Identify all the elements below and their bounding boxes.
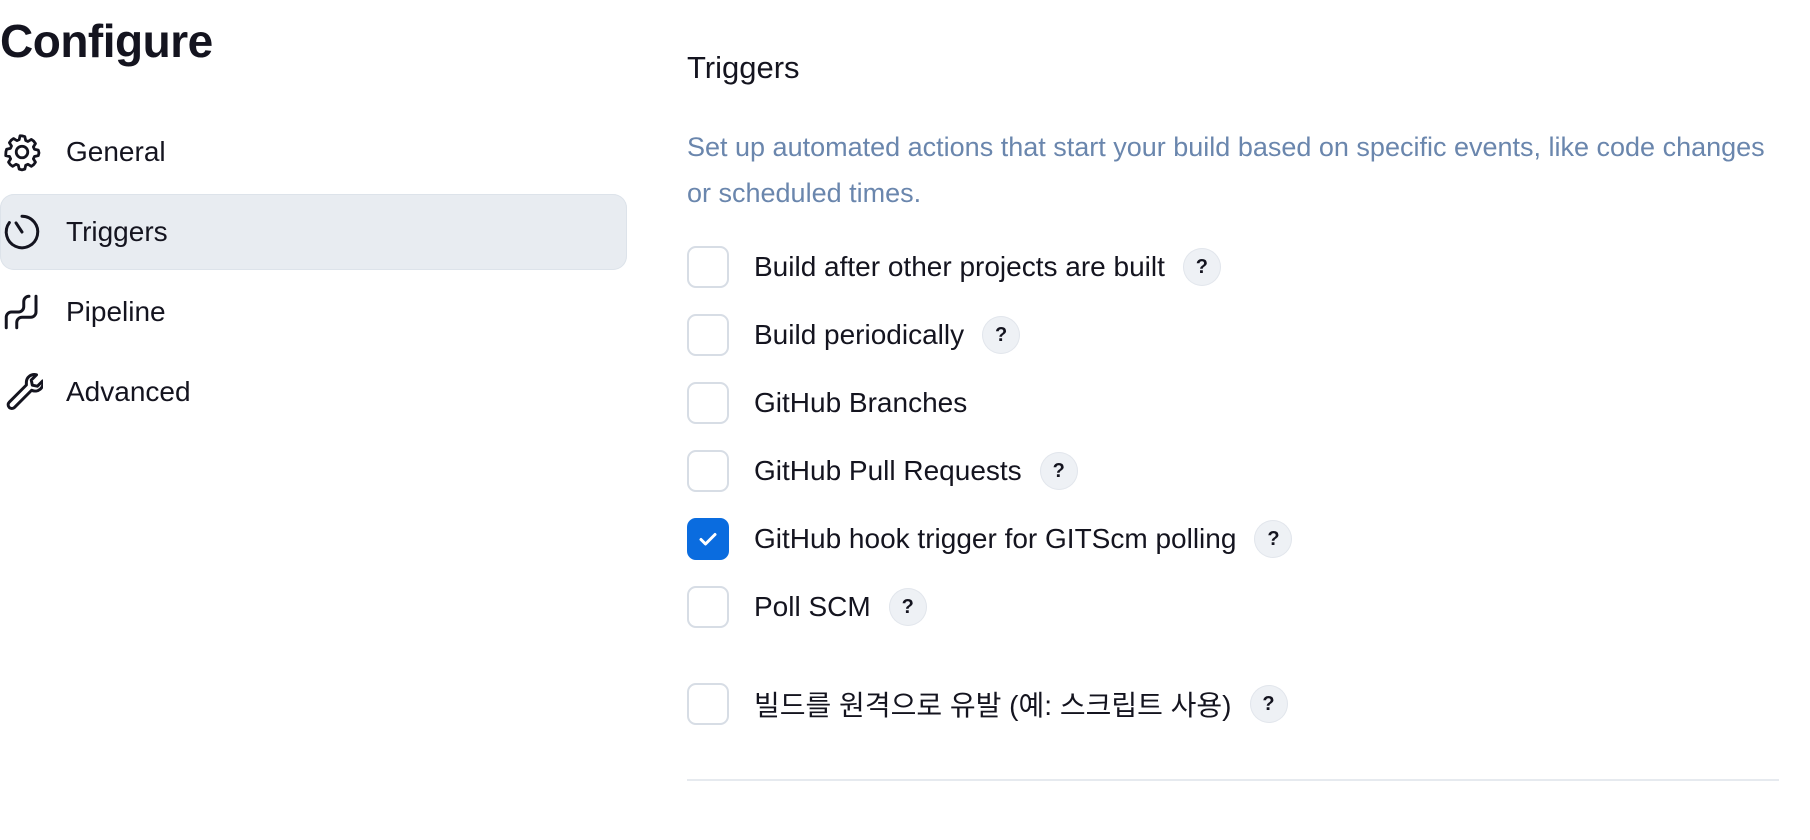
gear-icon (0, 130, 44, 174)
trigger-checkbox[interactable] (687, 683, 729, 725)
sidebar-item-label: Advanced (66, 376, 191, 407)
sidebar-item-pipeline[interactable]: Pipeline (0, 274, 627, 350)
trigger-option: GitHub Branches (687, 381, 967, 425)
page-title: Configure (0, 15, 213, 67)
pipeline-icon (0, 290, 44, 334)
trigger-label[interactable]: GitHub hook trigger for GITScm polling (754, 523, 1236, 555)
clock-icon (0, 210, 44, 254)
trigger-option: GitHub hook trigger for GITScm polling ? (687, 517, 1293, 561)
trigger-option: Poll SCM ? (687, 585, 927, 629)
sidebar-item-general[interactable]: General (0, 114, 627, 190)
section-description: Set up automated actions that start your… (687, 132, 1765, 208)
help-button[interactable]: ? (1254, 520, 1293, 558)
sidebar-item-label: Triggers (66, 216, 168, 247)
trigger-option: GitHub Pull Requests ? (687, 449, 1078, 493)
wrench-icon (0, 370, 44, 414)
trigger-checkbox[interactable] (687, 246, 729, 288)
trigger-checkbox[interactable] (687, 382, 729, 424)
trigger-label[interactable]: Build periodically (754, 319, 964, 351)
trigger-checkbox[interactable] (687, 586, 729, 628)
trigger-option: Build after other projects are built ? (687, 245, 1221, 289)
help-button[interactable]: ? (1182, 248, 1221, 286)
trigger-checkbox[interactable] (687, 314, 729, 356)
section-divider (687, 779, 1779, 781)
checkmark-icon (699, 533, 717, 546)
section-title: Triggers (687, 50, 800, 85)
trigger-checkbox[interactable] (687, 518, 729, 560)
trigger-label[interactable]: GitHub Branches (754, 387, 967, 419)
sidebar-item-triggers[interactable]: Triggers (0, 194, 627, 270)
trigger-option: Build periodically ? (687, 313, 1021, 357)
sidebar-item-label: Pipeline (66, 296, 166, 327)
trigger-checkbox[interactable] (687, 450, 729, 492)
trigger-label[interactable]: Poll SCM (754, 591, 871, 623)
help-button[interactable]: ? (1039, 452, 1078, 490)
trigger-label[interactable]: Build after other projects are built (754, 251, 1165, 283)
configure-page: Configure General Triggers Pipeline Adva… (0, 0, 1810, 840)
trigger-label[interactable]: GitHub Pull Requests (754, 455, 1022, 487)
sidebar-item-label: General (66, 136, 166, 167)
help-button[interactable]: ? (1249, 685, 1288, 723)
trigger-label[interactable]: 빌드를 원격으로 유발 (예: 스크립트 사용) (754, 684, 1232, 724)
trigger-option: 빌드를 원격으로 유발 (예: 스크립트 사용) ? (687, 682, 1288, 726)
sidebar-nav: General Triggers Pipeline Advanced (0, 114, 627, 434)
help-button[interactable]: ? (982, 316, 1021, 354)
help-button[interactable]: ? (888, 588, 927, 626)
sidebar-item-advanced[interactable]: Advanced (0, 354, 627, 430)
